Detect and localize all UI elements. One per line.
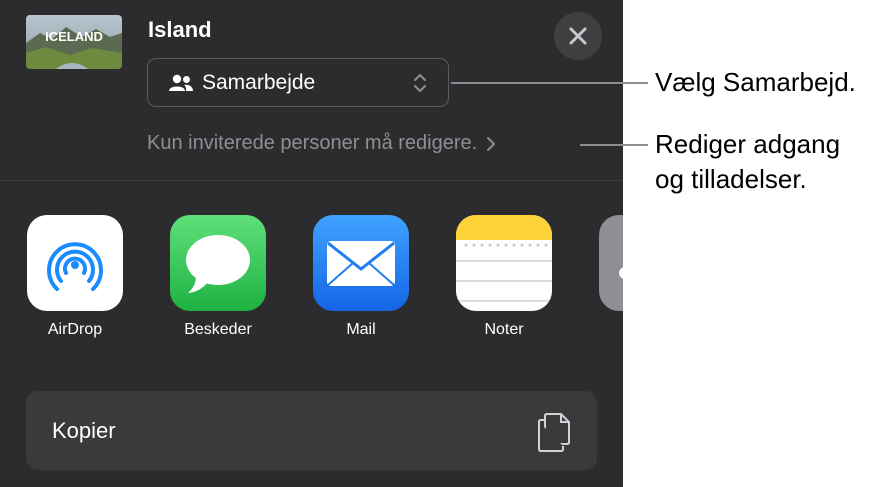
document-title: Island bbox=[148, 17, 212, 42]
callout-collaborate: Vælg Samarbejd. bbox=[655, 67, 856, 97]
callout-line-access bbox=[580, 144, 648, 146]
app-notes[interactable]: Noter bbox=[456, 215, 552, 338]
collaboration-dropdown[interactable]: Samarbejde bbox=[147, 58, 449, 107]
app-label: AirDrop bbox=[47, 321, 103, 338]
access-summary-text: Kun inviterede personer må redigere. bbox=[147, 132, 478, 154]
access-permissions-link[interactable]: Kun inviterede personer må redigere. bbox=[147, 132, 496, 155]
copy-action[interactable]: Kopier bbox=[26, 391, 597, 470]
close-icon bbox=[569, 27, 587, 45]
copy-label: Kopier bbox=[52, 418, 116, 443]
callout-access-line1: Rediger adgang bbox=[655, 129, 841, 159]
chevron-right-icon bbox=[487, 136, 496, 151]
app-messages[interactable]: Beskeder bbox=[170, 215, 266, 338]
app-mail[interactable]: Mail bbox=[313, 215, 409, 338]
callout-access-line2: og tilladelser. bbox=[655, 164, 807, 194]
mail-icon bbox=[313, 215, 409, 311]
app-airdrop[interactable]: AirDrop bbox=[27, 215, 123, 338]
share-sheet: ICELAND Island Samarbejde Kun inviterede… bbox=[0, 0, 623, 487]
section-divider bbox=[0, 180, 623, 181]
app-label: Mail bbox=[346, 321, 376, 338]
copy-icon bbox=[538, 413, 570, 452]
messages-icon bbox=[170, 215, 266, 311]
people-icon bbox=[169, 74, 193, 91]
thumbnail-title: ICELAND bbox=[45, 29, 103, 44]
app-label: Noter bbox=[484, 321, 524, 338]
close-button[interactable] bbox=[554, 12, 602, 60]
app-label: Beskeder bbox=[184, 321, 252, 338]
notes-icon bbox=[456, 215, 552, 311]
airdrop-icon bbox=[27, 215, 123, 311]
chevron-up-down-icon bbox=[414, 74, 426, 92]
document-thumbnail: ICELAND bbox=[26, 15, 122, 69]
partial-app-icon bbox=[599, 215, 623, 311]
app-more-partial[interactable] bbox=[599, 215, 623, 311]
collaboration-dropdown-label: Samarbejde bbox=[202, 70, 316, 94]
callout-line-collaborate bbox=[451, 82, 648, 84]
